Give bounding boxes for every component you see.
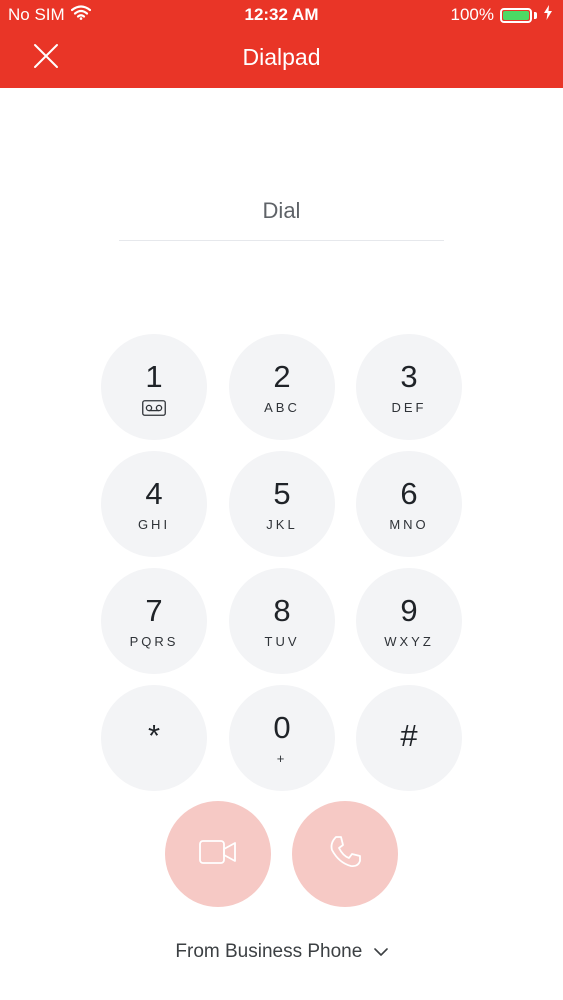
- key-1[interactable]: 1: [101, 334, 207, 440]
- key-6[interactable]: 6 MNO: [356, 451, 462, 557]
- key-digit: *: [147, 718, 161, 753]
- page-title: Dialpad: [242, 44, 321, 70]
- key-letters: PQRS: [129, 634, 179, 649]
- key-letters: ABC: [264, 400, 300, 415]
- phone-icon: [327, 834, 363, 875]
- key-4[interactable]: 4 GHI: [101, 451, 207, 557]
- key-letters: MNO: [389, 517, 429, 532]
- key-0[interactable]: 0 +: [229, 685, 335, 791]
- key-digit: 4: [145, 476, 163, 511]
- key-digit: 3: [400, 359, 418, 394]
- key-digit: 2: [273, 359, 291, 394]
- nav-bar: Dialpad: [0, 30, 563, 88]
- key-hash[interactable]: #: [356, 685, 462, 791]
- voice-call-button[interactable]: [292, 801, 398, 907]
- app-header: No SIM 12:32 AM 100% Dialpad: [0, 0, 563, 88]
- battery-fill: [503, 10, 529, 20]
- key-digit: #: [400, 718, 418, 753]
- from-phone-label: From Business Phone: [175, 941, 363, 963]
- key-digit: 7: [145, 593, 163, 628]
- key-3[interactable]: 3 DEF: [356, 334, 462, 440]
- key-digit: 0: [273, 710, 291, 745]
- key-9[interactable]: 9 WXYZ: [356, 568, 462, 674]
- voicemail-icon: [142, 400, 166, 416]
- video-camera-icon: [199, 839, 237, 870]
- charging-bolt-icon: [543, 5, 553, 25]
- video-call-button[interactable]: [165, 801, 271, 907]
- key-2[interactable]: 2 ABC: [229, 334, 335, 440]
- key-digit: 1: [145, 359, 163, 394]
- key-letters: TUV: [264, 634, 300, 649]
- key-5[interactable]: 5 JKL: [229, 451, 335, 557]
- dial-input[interactable]: Dial: [119, 190, 444, 241]
- key-digit: 6: [400, 476, 418, 511]
- status-bar: No SIM 12:32 AM 100%: [0, 0, 563, 30]
- chevron-down-icon: [373, 941, 388, 963]
- key-letters: +: [276, 751, 288, 766]
- key-digit: 8: [273, 593, 291, 628]
- battery-percent: 100%: [450, 5, 494, 24]
- key-letters: DEF: [391, 400, 427, 415]
- key-digit: 5: [273, 476, 291, 511]
- status-right: 100%: [451, 5, 553, 25]
- battery-tip: [534, 11, 537, 19]
- key-letters: JKL: [266, 517, 298, 532]
- key-letters: GHI: [137, 517, 171, 532]
- key-star[interactable]: *: [101, 685, 207, 791]
- key-8[interactable]: 8 TUV: [229, 568, 335, 674]
- key-letters: WXYZ: [384, 634, 434, 649]
- battery-icon: [500, 7, 532, 23]
- from-phone-selector[interactable]: From Business Phone: [0, 941, 563, 963]
- key-7[interactable]: 7 PQRS: [101, 568, 207, 674]
- key-digit: 9: [400, 593, 418, 628]
